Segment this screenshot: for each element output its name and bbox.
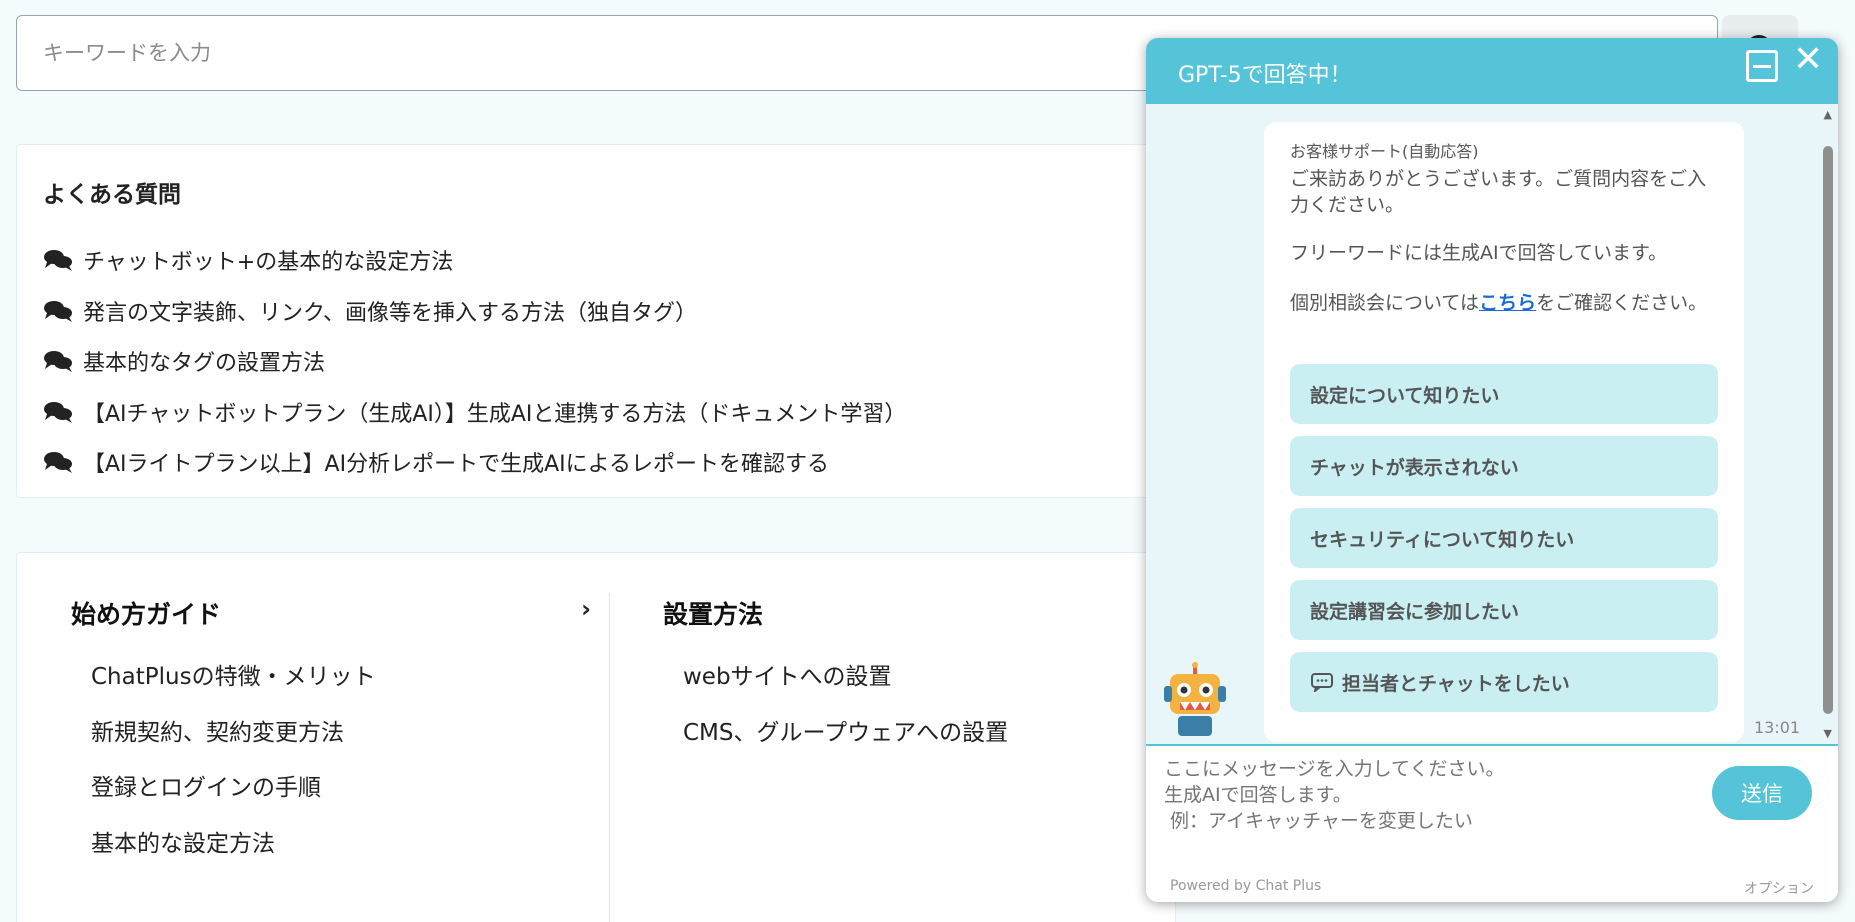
chevron-right-icon[interactable]: › [581,595,591,623]
minimize-icon[interactable] [1746,50,1778,82]
quick-reply-button[interactable]: 設定講習会に参加したい [1290,580,1718,640]
divider [609,593,610,922]
faq-item-label: 基本的なタグの設置方法 [83,351,326,377]
guide-section: 始め方ガイド › ChatPlusの特徴・メリット 新規契約、契約変更方法 登録… [16,552,1176,922]
powered-by[interactable]: Powered by Chat Plus [1170,878,1321,894]
message-text-part: をご確認ください。 [1536,292,1708,314]
quick-reply-button[interactable]: セキュリティについて知りたい [1290,508,1718,568]
scroll-down-icon[interactable]: ▼ [1824,727,1832,740]
faq-item[interactable]: 発言の文字装飾、リンク、画像等を挿入する方法（独自タグ） [43,286,906,337]
chat-input-area: 送信 Powered by Chat Plus オプション [1146,744,1838,902]
faq-item[interactable]: 基本的なタグの設置方法 [43,336,906,387]
guide-link[interactable]: ChatPlusの特徴・メリット [91,655,591,711]
guide-heading[interactable]: 設置方法 [663,593,1163,633]
message-text: ご来訪ありがとうございます。ご質問内容をご入力ください。 [1290,168,1707,216]
faq-title: よくある質問 [43,182,181,208]
guide-heading-label: 設置方法 [663,600,764,629]
chat-body: お客様サポート(自動応答) ご来訪ありがとうございます。ご質問内容をご入力くださ… [1146,104,1838,744]
guide-links: ChatPlusの特徴・メリット 新規契約、契約変更方法 登録とログインの手順 … [71,655,591,877]
guide-link[interactable]: CMS、グループウェアへの設置 [683,711,1163,767]
comments-icon [44,351,72,373]
guide-column: 始め方ガイド › ChatPlusの特徴・メリット 新規契約、契約変更方法 登録… [71,593,591,877]
faq-item-label: 【AIチャットボットプラン（生成AI）】生成AIと連携する方法（ドキュメント学習… [83,401,907,427]
robot-avatar-icon [1164,662,1226,736]
bot-message: お客様サポート(自動応答) ご来訪ありがとうございます。ご質問内容をご入力くださ… [1264,122,1744,742]
quick-reply-label: セキュリティについて知りたい [1310,528,1575,551]
quick-reply-button[interactable]: チャットが表示されない [1290,436,1718,496]
comments-icon [44,401,72,423]
faq-item-label: 【AIライトプラン以上】AI分析レポートで生成AIによるレポートを確認する [83,452,829,478]
consultation-link[interactable]: こちら [1479,292,1536,314]
comments-icon [44,300,72,322]
guide-link[interactable]: webサイトへの設置 [683,655,1163,711]
faq-item[interactable]: 【AIチャットボットプラン（生成AI）】生成AIと連携する方法（ドキュメント学習… [43,387,906,438]
quick-reply-label: チャットが表示されない [1310,456,1519,479]
options-link[interactable]: オプション [1744,878,1814,898]
message-sender: お客様サポート(自動応答) [1290,142,1479,161]
guide-link[interactable]: 基本的な設定方法 [91,822,591,878]
quick-reply-button[interactable]: 設定について知りたい [1290,364,1718,424]
guide-links: webサイトへの設置 CMS、グループウェアへの設置 [663,655,1163,766]
faq-section: よくある質問 チャットボット+の基本的な設定方法 発言の文字装飾、リンク、画像等… [16,144,1176,498]
send-button[interactable]: 送信 [1712,766,1812,820]
guide-heading-label: 始め方ガイド [71,600,222,629]
guide-link[interactable]: 新規契約、契約変更方法 [91,711,591,767]
guide-heading[interactable]: 始め方ガイド › [71,593,591,633]
chat-message-input[interactable] [1164,756,1684,846]
faq-item[interactable]: 【AIライトプラン以上】AI分析レポートで生成AIによるレポートを確認する [43,437,906,488]
message-text: 個別相談会についてはこちらをご確認ください。 [1290,290,1720,316]
chat-bubble-icon [1311,673,1333,692]
message-time: 13:01 [1754,718,1801,737]
chat-widget: GPT-5で回答中！ ✕ お客様サポート(自動応答) ご来訪ありがとうございます… [1146,38,1838,902]
scroll-up-icon[interactable]: ▲ [1824,108,1832,121]
chat-scrollbar[interactable] [1822,122,1834,722]
quick-reply-button[interactable]: 担当者とチャットをしたい [1290,652,1718,712]
guide-column: 設置方法 webサイトへの設置 CMS、グループウェアへの設置 [663,593,1163,766]
guide-link[interactable]: 登録とログインの手順 [91,766,591,822]
quick-reply-label: 担当者とチャットをしたい [1342,672,1570,695]
scrollbar-thumb[interactable] [1823,146,1833,714]
faq-item-label: 発言の文字装飾、リンク、画像等を挿入する方法（独自タグ） [83,300,698,326]
close-icon[interactable]: ✕ [1793,42,1823,78]
chat-header: GPT-5で回答中！ ✕ [1146,38,1838,104]
comments-icon [44,250,72,272]
faq-item[interactable]: チャットボット+の基本的な設定方法 [43,235,906,286]
faq-item-label: チャットボット+の基本的な設定方法 [83,250,454,276]
chat-title: GPT-5で回答中！ [1178,63,1352,88]
message-text-part: 個別相談会については [1290,292,1480,314]
faq-list: チャットボット+の基本的な設定方法 発言の文字装飾、リンク、画像等を挿入する方法… [43,235,906,488]
quick-reply-label: 設定講習会に参加したい [1310,600,1520,623]
comments-icon [44,452,72,474]
message-text: フリーワードには生成AIで回答しています。 [1290,242,1668,264]
quick-reply-label: 設定について知りたい [1310,384,1500,407]
